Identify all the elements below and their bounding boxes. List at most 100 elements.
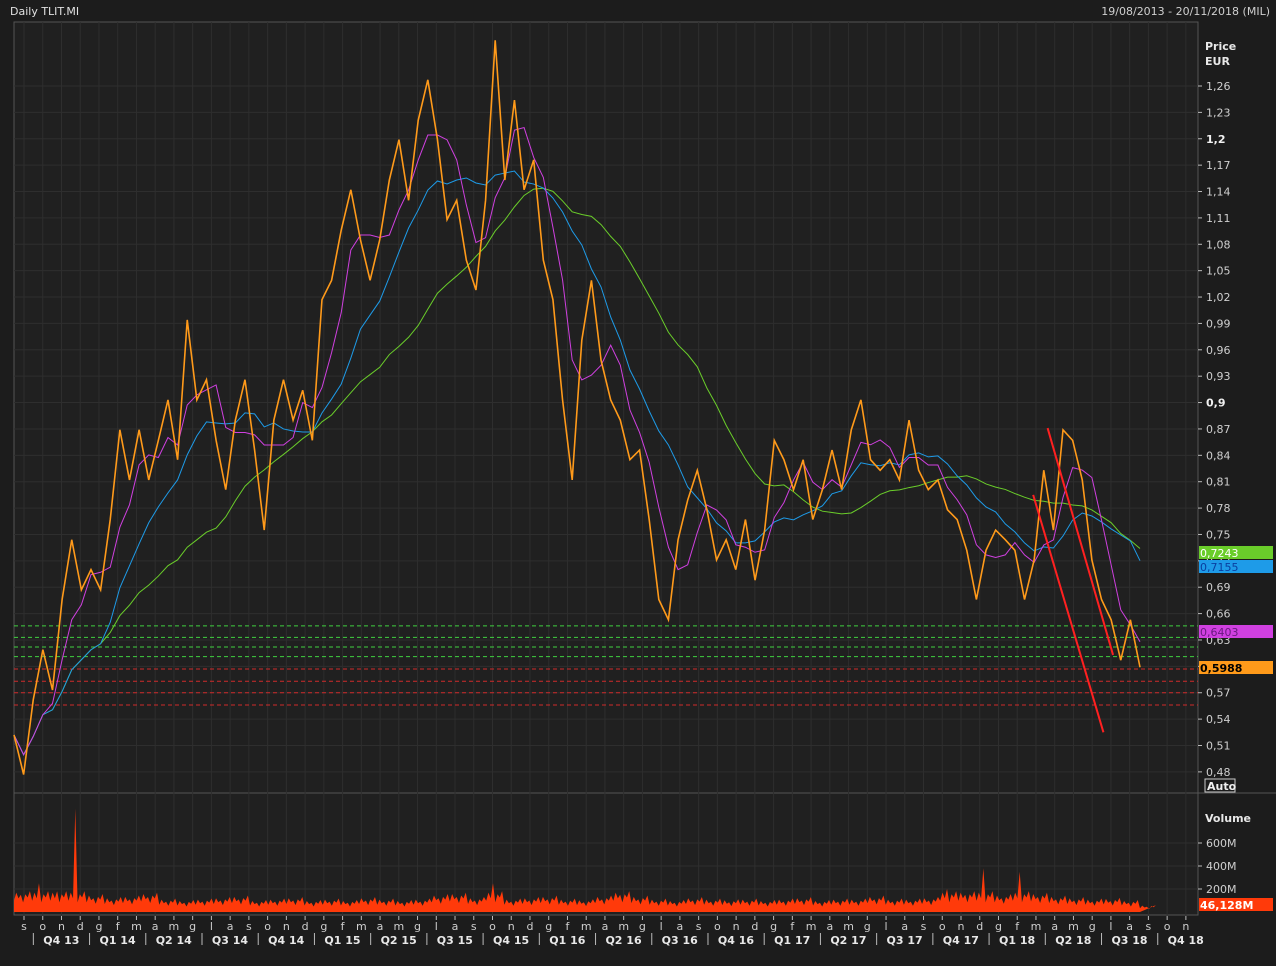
y-tick-label: 0,87 [1206,423,1231,436]
x-month-label: d [302,920,309,933]
y-tick-label: 0,84 [1206,449,1231,462]
x-month-label: d [77,920,84,933]
x-month-label: d [751,920,758,933]
x-month-label: f [566,920,571,933]
last-value-label: 0,7243 [1200,547,1239,560]
x-month-label: g [995,920,1002,933]
x-month-label: o [939,920,946,933]
x-quarter-label: Q2 18 [1055,934,1091,947]
x-quarter-label: Q3 17 [887,934,923,947]
x-month-label: g [189,920,196,933]
x-quarter-label: Q4 17 [943,934,979,947]
x-month-label: a [826,920,833,933]
x-month-label: m [393,920,404,933]
x-month-label: l [660,920,663,933]
x-month-label: m [843,920,854,933]
x-month-label: m [131,920,142,933]
x-month-label: m [581,920,592,933]
x-month-label: l [210,920,213,933]
x-quarter-label: Q3 14 [212,934,248,947]
y-tick-label: 0,51 [1206,740,1231,753]
y-tick-label: 0,96 [1206,344,1231,357]
y-tick-label: 0,57 [1206,687,1231,700]
price-chart[interactable]: sondgfmamglasondgfmamglasondgfmamglasond… [0,0,1276,966]
y-tick-label: 0,75 [1206,528,1231,541]
last-value-label: 0,7155 [1200,561,1239,574]
y-tick-label: 0,54 [1206,713,1231,726]
x-quarter-label: Q4 15 [493,934,529,947]
x-quarter-label: Q4 14 [268,934,304,947]
x-month-label: m [356,920,367,933]
x-month-label: g [320,920,327,933]
x-month-label: m [169,920,180,933]
x-month-label: a [227,920,234,933]
x-quarter-label: Q3 16 [662,934,698,947]
y-tick-label: 0,81 [1206,476,1231,489]
x-quarter-label: Q4 16 [718,934,754,947]
x-quarter-label: Q4 18 [1168,934,1204,947]
x-month-label: a [901,920,908,933]
x-quarter-label: Q1 17 [774,934,810,947]
y-tick-label: 1,05 [1206,265,1231,278]
x-quarter-label: Q1 18 [999,934,1035,947]
x-month-label: l [435,920,438,933]
x-month-label: l [885,920,888,933]
volume-tick-label: 200M [1206,883,1237,896]
y-tick-label: 0,78 [1206,502,1231,515]
x-month-label: s [921,920,927,933]
y-tick-label: 0,99 [1206,317,1231,330]
x-month-label: a [1126,920,1133,933]
volume-title: Volume [1205,812,1251,825]
x-month-label: g [1089,920,1096,933]
x-month-label: n [733,920,740,933]
x-month-label: d [526,920,533,933]
y-tick-label: 1,08 [1206,238,1231,251]
x-quarter-label: Q1 14 [99,934,135,947]
x-month-label: s [21,920,27,933]
last-value-label: 0,6403 [1200,626,1239,639]
auto-scale-button[interactable]: Auto [1204,778,1237,793]
x-month-label: g [639,920,646,933]
x-month-label: l [1109,920,1112,933]
x-month-label: g [95,920,102,933]
x-month-label: a [452,920,459,933]
x-month-label: g [414,920,421,933]
x-month-label: m [1031,920,1042,933]
x-quarter-label: Q1 16 [549,934,585,947]
x-quarter-label: Q4 13 [43,934,79,947]
x-quarter-label: Q2 17 [830,934,866,947]
x-month-label: f [790,920,795,933]
y-tick-label: 1,14 [1206,186,1231,199]
x-month-label: f [341,920,346,933]
x-month-label: g [545,920,552,933]
x-month-label: o [714,920,721,933]
x-quarter-label: Q3 18 [1111,934,1147,947]
x-month-label: g [864,920,871,933]
x-month-label: n [958,920,965,933]
x-month-label: o [1164,920,1171,933]
x-quarter-label: Q2 16 [605,934,641,947]
y-tick-label: 0,69 [1206,581,1231,594]
x-month-label: s [471,920,477,933]
x-month-label: a [377,920,384,933]
y-tick-label: 1,17 [1206,159,1231,172]
volume-tick-label: 400M [1206,860,1237,873]
x-quarter-label: Q2 14 [156,934,192,947]
y-tick-label: 1,11 [1206,212,1231,225]
x-month-label: m [618,920,629,933]
volume-tick-label: 600M [1206,837,1237,850]
plot-area [13,21,1199,916]
x-month-label: s [1146,920,1152,933]
y-tick-label: 0,93 [1206,370,1231,383]
volume-last-label: 46,128M [1200,899,1253,912]
x-month-label: a [602,920,609,933]
y-tick-label: 0,9 [1206,397,1226,410]
x-month-label: o [489,920,496,933]
x-month-label: o [264,920,271,933]
x-month-label: s [246,920,252,933]
x-quarter-label: Q2 15 [381,934,417,947]
y-tick-label: 1,23 [1206,106,1231,119]
x-month-label: a [152,920,159,933]
x-month-label: s [696,920,702,933]
x-month-label: d [976,920,983,933]
